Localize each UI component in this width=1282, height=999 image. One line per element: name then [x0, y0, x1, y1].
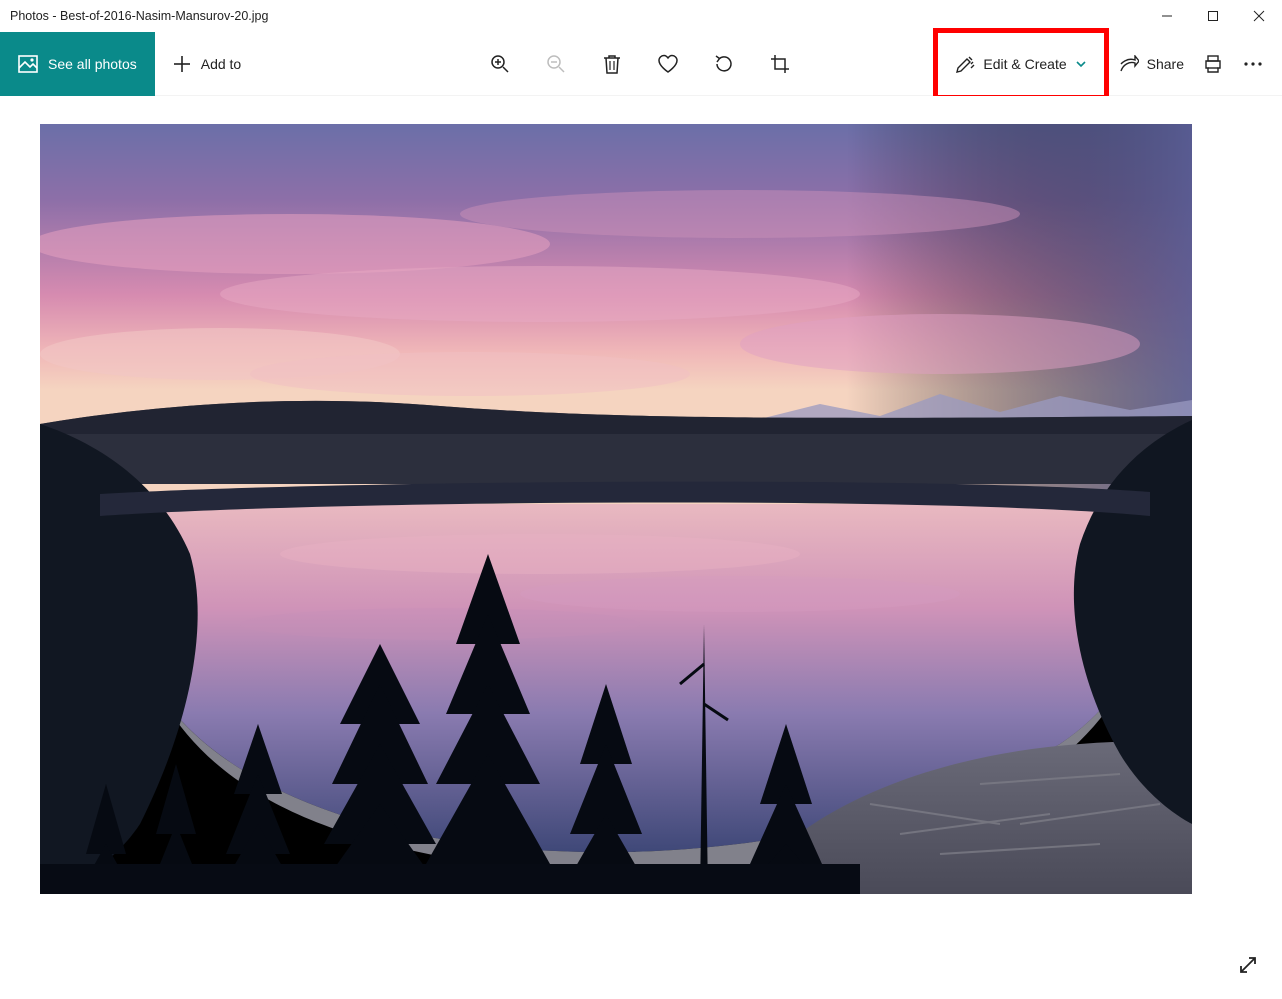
more-icon [1244, 62, 1262, 66]
heart-icon [657, 54, 679, 74]
more-button[interactable] [1242, 53, 1264, 75]
rotate-icon [713, 53, 735, 75]
expand-icon [1238, 955, 1258, 975]
minimize-button[interactable] [1144, 0, 1190, 32]
edit-create-label: Edit & Create [983, 56, 1066, 72]
print-button[interactable] [1202, 53, 1224, 75]
photo-icon [18, 55, 38, 73]
photos-app-window: Photos - Best-of-2016-Nasim-Mansurov-20.… [0, 0, 1282, 999]
toolbar: See all photos Add to [0, 32, 1282, 96]
chevron-down-icon [1075, 58, 1087, 70]
minimize-icon [1161, 10, 1173, 22]
print-icon [1203, 54, 1223, 74]
add-to-button[interactable]: Add to [155, 32, 259, 96]
photo-viewport[interactable] [40, 124, 1192, 894]
close-icon [1253, 10, 1265, 22]
window-title: Photos - Best-of-2016-Nasim-Mansurov-20.… [10, 9, 268, 23]
zoom-out-button [545, 53, 567, 75]
zoom-in-icon [490, 54, 510, 74]
close-button[interactable] [1236, 0, 1282, 32]
rotate-button[interactable] [713, 53, 735, 75]
plus-icon [173, 55, 191, 73]
share-button[interactable]: Share [1119, 55, 1184, 73]
maximize-button[interactable] [1190, 0, 1236, 32]
content-area [0, 96, 1282, 999]
favorite-button[interactable] [657, 53, 679, 75]
delete-icon [603, 54, 621, 74]
center-icon-group [489, 53, 791, 75]
titlebar: Photos - Best-of-2016-Nasim-Mansurov-20.… [0, 0, 1282, 32]
window-controls [1144, 0, 1282, 32]
fullscreen-button[interactable] [1234, 951, 1262, 979]
share-icon [1119, 55, 1139, 73]
maximize-icon [1207, 10, 1219, 22]
zoom-out-icon [546, 54, 566, 74]
crop-button[interactable] [769, 53, 791, 75]
add-to-label: Add to [201, 56, 241, 72]
zoom-in-button[interactable] [489, 53, 511, 75]
crop-icon [770, 54, 790, 74]
see-all-label: See all photos [48, 56, 137, 72]
right-icon-group: Edit & Create Share [941, 44, 1282, 84]
see-all-photos-button[interactable]: See all photos [0, 32, 155, 96]
photo-image [40, 124, 1192, 894]
share-label: Share [1147, 56, 1184, 72]
delete-button[interactable] [601, 53, 623, 75]
edit-icon [955, 54, 975, 74]
edit-create-button[interactable]: Edit & Create [941, 44, 1100, 84]
